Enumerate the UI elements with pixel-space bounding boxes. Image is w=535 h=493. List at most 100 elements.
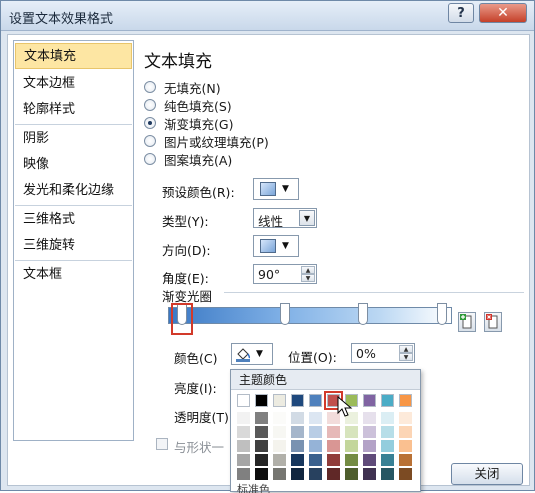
shade-color-swatch[interactable] bbox=[255, 440, 268, 452]
shade-color-swatch[interactable] bbox=[381, 468, 394, 480]
theme-color-swatch[interactable] bbox=[399, 394, 412, 407]
position-spinner[interactable]: 0% ▲ ▼ bbox=[351, 343, 415, 363]
shade-color-swatch[interactable] bbox=[237, 426, 250, 438]
shade-color-swatch[interactable] bbox=[327, 454, 340, 466]
shade-color-swatch[interactable] bbox=[255, 468, 268, 480]
shade-color-swatch[interactable] bbox=[273, 412, 286, 424]
close-button[interactable]: 关闭 bbox=[451, 463, 523, 485]
shade-color-swatch[interactable] bbox=[345, 440, 358, 452]
preset-colors-dropdown[interactable]: ▼ bbox=[253, 178, 299, 200]
radio-solid-fill[interactable]: 纯色填充(S) bbox=[144, 96, 232, 114]
color-label: 颜色(C) bbox=[174, 351, 218, 366]
radio-button[interactable] bbox=[144, 81, 156, 93]
shade-color-swatch[interactable] bbox=[255, 412, 268, 424]
spin-up-icon[interactable]: ▲ bbox=[399, 345, 413, 353]
theme-color-swatch[interactable] bbox=[273, 394, 286, 407]
radio-pattern-fill[interactable]: 图案填充(A) bbox=[144, 150, 232, 168]
radio-button[interactable] bbox=[144, 99, 156, 111]
sidebar-item-3d-rotation[interactable]: 三维旋转 bbox=[15, 233, 132, 259]
shade-color-swatch[interactable] bbox=[237, 412, 250, 424]
shade-color-swatch[interactable] bbox=[345, 454, 358, 466]
position-value: 0% bbox=[356, 346, 376, 361]
shade-color-swatch[interactable] bbox=[381, 426, 394, 438]
shade-color-swatch[interactable] bbox=[273, 454, 286, 466]
radio-gradient-fill[interactable]: 渐变填充(G) bbox=[144, 114, 233, 132]
shade-color-swatch[interactable] bbox=[345, 426, 358, 438]
shade-color-swatch[interactable] bbox=[399, 468, 412, 480]
radio-button[interactable] bbox=[144, 153, 156, 165]
shade-color-swatch[interactable] bbox=[381, 454, 394, 466]
sidebar-item-shadow[interactable]: 阴影 bbox=[15, 126, 132, 152]
shade-color-swatch[interactable] bbox=[327, 468, 340, 480]
shade-color-swatch[interactable] bbox=[309, 440, 322, 452]
chevron-down-icon: ▼ bbox=[256, 349, 263, 359]
shade-color-swatch[interactable] bbox=[291, 440, 304, 452]
shade-color-swatch[interactable] bbox=[363, 412, 376, 424]
shade-color-swatch[interactable] bbox=[237, 468, 250, 480]
rotate-with-shape-checkbox[interactable] bbox=[156, 438, 168, 450]
shade-color-swatch[interactable] bbox=[327, 440, 340, 452]
remove-gradient-stop-button[interactable] bbox=[484, 312, 502, 332]
radio-button[interactable] bbox=[144, 135, 156, 147]
shade-color-swatch[interactable] bbox=[273, 468, 286, 480]
direction-dropdown[interactable]: ▼ bbox=[253, 235, 299, 257]
shade-color-swatch[interactable] bbox=[399, 426, 412, 438]
shade-color-swatch[interactable] bbox=[309, 454, 322, 466]
radio-picture-texture-fill[interactable]: 图片或纹理填充(P) bbox=[144, 132, 269, 150]
shade-color-swatch[interactable] bbox=[363, 454, 376, 466]
shade-color-swatch[interactable] bbox=[399, 440, 412, 452]
radio-button-selected[interactable] bbox=[144, 117, 156, 129]
shade-color-swatch[interactable] bbox=[363, 426, 376, 438]
theme-color-swatch[interactable] bbox=[237, 394, 250, 407]
shade-color-swatch[interactable] bbox=[255, 426, 268, 438]
shade-color-swatch[interactable] bbox=[291, 454, 304, 466]
type-dropdown[interactable]: 线性 ▼ bbox=[253, 208, 317, 229]
radio-no-fill[interactable]: 无填充(N) bbox=[144, 78, 221, 96]
shade-color-swatch[interactable] bbox=[381, 412, 394, 424]
add-gradient-stop-button[interactable] bbox=[458, 312, 476, 332]
shade-color-swatch[interactable] bbox=[309, 468, 322, 480]
spin-down-icon[interactable]: ▼ bbox=[301, 274, 315, 282]
format-text-effects-dialog: 设置文本效果格式 ? ✕ 文本填充 文本边框 轮廓样式 阴影 映像 发光和柔化边… bbox=[0, 0, 535, 493]
theme-color-swatch[interactable] bbox=[363, 394, 376, 407]
close-window-button[interactable]: ✕ bbox=[479, 3, 527, 23]
chevron-down-icon[interactable]: ▼ bbox=[299, 210, 315, 226]
theme-color-swatch[interactable] bbox=[291, 394, 304, 407]
theme-color-swatch[interactable] bbox=[255, 394, 268, 407]
sidebar-item-3d-format[interactable]: 三维格式 bbox=[15, 207, 132, 233]
help-button[interactable]: ? bbox=[448, 3, 474, 23]
shade-color-swatch[interactable] bbox=[309, 426, 322, 438]
gradient-stop-handle[interactable] bbox=[358, 303, 368, 325]
gradient-stop-handle[interactable] bbox=[280, 303, 290, 325]
shade-color-swatch[interactable] bbox=[345, 468, 358, 480]
shade-color-swatch[interactable] bbox=[291, 426, 304, 438]
gradient-stops-bar[interactable] bbox=[168, 307, 452, 324]
shade-color-swatch[interactable] bbox=[327, 426, 340, 438]
shade-color-swatch[interactable] bbox=[291, 412, 304, 424]
angle-spinner[interactable]: 90° ▲ ▼ bbox=[253, 264, 317, 284]
shade-color-swatch[interactable] bbox=[309, 412, 322, 424]
shade-color-swatch[interactable] bbox=[255, 454, 268, 466]
shade-color-swatch[interactable] bbox=[381, 440, 394, 452]
spin-down-icon[interactable]: ▼ bbox=[399, 353, 413, 361]
sidebar-item-text-box[interactable]: 文本框 bbox=[15, 262, 132, 288]
shade-color-swatch[interactable] bbox=[399, 454, 412, 466]
sidebar-item-text-border[interactable]: 文本边框 bbox=[15, 71, 132, 97]
sidebar-item-glow-soft-edges[interactable]: 发光和柔化边缘 bbox=[15, 178, 132, 204]
spin-up-icon[interactable]: ▲ bbox=[301, 266, 315, 274]
shade-color-swatch[interactable] bbox=[399, 412, 412, 424]
shade-color-swatch[interactable] bbox=[291, 468, 304, 480]
color-dropdown[interactable]: ▼ bbox=[231, 343, 273, 365]
sidebar-item-reflection[interactable]: 映像 bbox=[15, 152, 132, 178]
sidebar-item-text-fill[interactable]: 文本填充 bbox=[15, 43, 132, 69]
gradient-stop-handle[interactable] bbox=[437, 303, 447, 325]
sidebar-item-outline-style[interactable]: 轮廓样式 bbox=[15, 97, 132, 123]
shade-color-swatch[interactable] bbox=[237, 454, 250, 466]
shade-color-swatch[interactable] bbox=[273, 426, 286, 438]
shade-color-swatch[interactable] bbox=[363, 468, 376, 480]
theme-color-swatch[interactable] bbox=[381, 394, 394, 407]
shade-color-swatch[interactable] bbox=[237, 440, 250, 452]
shade-color-swatch[interactable] bbox=[273, 440, 286, 452]
theme-color-swatch[interactable] bbox=[309, 394, 322, 407]
shade-color-swatch[interactable] bbox=[363, 440, 376, 452]
